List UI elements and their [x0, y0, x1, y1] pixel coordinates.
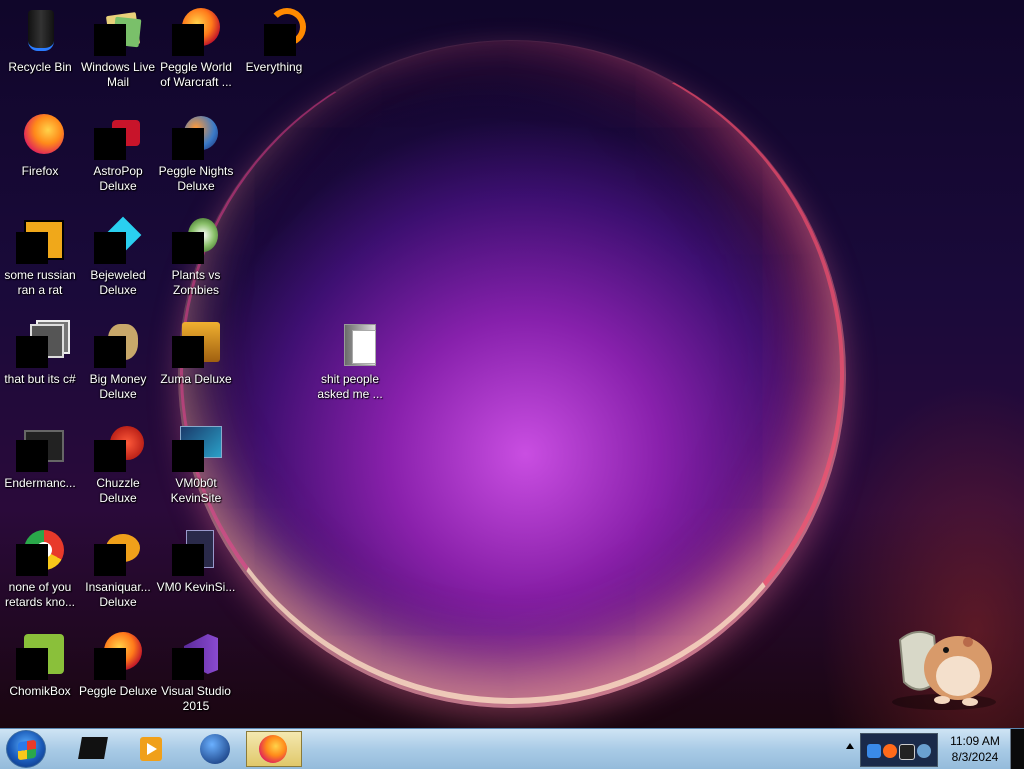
desktop-icon-recycle-bin[interactable]: Recycle Bin [0, 2, 80, 75]
peggle-deluxe-icon [94, 632, 142, 680]
icon-label: Recycle Bin [8, 60, 72, 74]
everything-search-icon [250, 8, 306, 56]
desktop-icon-visual-studio[interactable]: Visual Studio 2015 [156, 626, 236, 714]
icon-label: Zuma Deluxe [160, 372, 232, 386]
desktop-icon-everything[interactable]: Everything [234, 2, 314, 75]
peggle-wow-icon [172, 8, 220, 56]
icon-label: some russian ran a rat [4, 268, 76, 297]
icon-label: Visual Studio 2015 [161, 684, 231, 713]
icon-label: VM0b0t KevinSite [170, 476, 222, 505]
explorer-icon [78, 737, 108, 759]
icon-label: VM0 KevinSi... [156, 580, 236, 594]
desktop-icon-chomikbox[interactable]: ChomikBox [0, 626, 80, 699]
icon-label: Peggle Nights Deluxe [158, 164, 234, 193]
big-money-icon [94, 320, 142, 368]
icon-label: Insaniquar... Deluxe [85, 580, 151, 609]
desktop-icon-some-russian[interactable]: some russian ran a rat [0, 210, 80, 298]
taskbar: 11:09 AM 8/3/2024 [0, 728, 1024, 769]
desktop-icon-that-but-csharp[interactable]: that but its c# [0, 314, 80, 387]
system-tray [840, 729, 940, 769]
audio-icon[interactable] [917, 744, 931, 758]
wallpaper-orb-rim [180, 40, 844, 704]
desktop-icon-endermanc[interactable]: Endermanc... [0, 418, 80, 491]
globe-icon [200, 734, 230, 764]
recycle-bin-icon [16, 8, 64, 56]
icon-label: Plants vs Zombies [171, 268, 221, 297]
chrome-icon [16, 528, 64, 576]
terminal-icon [16, 424, 64, 472]
desktop-icon-chuzzle[interactable]: Chuzzle Deluxe [78, 418, 158, 506]
taskbar-item-globe[interactable] [184, 731, 240, 767]
desktop-icon-peggle-wow[interactable]: Peggle World of Warcraft ... [156, 2, 236, 90]
taskbar-item-media-player[interactable] [120, 731, 176, 767]
icon-label: Peggle Deluxe [78, 684, 158, 698]
visual-studio-icon [172, 632, 220, 680]
chomikbox-icon [16, 632, 64, 680]
astropop-icon [94, 112, 142, 160]
desktop-icon-vm0-kevinsi[interactable]: VM0 KevinSi... [156, 522, 236, 595]
desktop-icon-astropop[interactable]: AstroPop Deluxe [78, 106, 158, 194]
icon-label: ChomikBox [9, 684, 71, 698]
icon-label: Chuzzle Deluxe [96, 476, 140, 505]
peggle-nights-icon [172, 112, 220, 160]
screenshot-icon [172, 424, 222, 472]
monitor-icon[interactable] [899, 744, 915, 760]
icon-label: Windows Live Mail [80, 60, 156, 89]
insaniquarium-icon [94, 528, 142, 576]
desktop-icon-shit-people-asked[interactable]: shit people asked me ... [310, 314, 390, 402]
taskbar-clock[interactable]: 11:09 AM 8/3/2024 [940, 729, 1010, 769]
desktop-icon-vm0b0t-kevinsite[interactable]: VM0b0t KevinSite [156, 418, 236, 506]
taskbar-item-explorer[interactable] [62, 731, 118, 767]
desktop-icon-peggle-nights[interactable]: Peggle Nights Deluxe [156, 106, 236, 194]
windows-start-icon [18, 739, 36, 761]
bejeweled-icon [94, 216, 142, 264]
desktop-icon-plants-vs-zombies[interactable]: Plants vs Zombies [156, 210, 236, 298]
network-icon[interactable] [867, 744, 881, 758]
tray-chevron-icon[interactable] [846, 743, 854, 749]
media-player-icon [140, 737, 162, 761]
clock-date: 8/3/2024 [951, 750, 999, 764]
firefox-tray-icon[interactable] [883, 744, 897, 758]
ie-shortcut-icon [16, 216, 64, 264]
icon-label: Bejeweled Deluxe [90, 268, 146, 297]
icon-label: Firefox [21, 164, 59, 178]
document-icon [172, 528, 220, 576]
start-button[interactable] [6, 730, 46, 768]
windows-stack-icon [16, 320, 70, 368]
icon-label: Big Money Deluxe [89, 372, 147, 401]
desktop-icon-zuma[interactable]: Zuma Deluxe [156, 314, 236, 387]
folder-icon [326, 320, 376, 368]
icon-label: Endermanc... [4, 476, 76, 490]
icon-label: shit people asked me ... [317, 372, 383, 401]
tray-icons [860, 733, 938, 767]
desktop-icon-big-money[interactable]: Big Money Deluxe [78, 314, 158, 402]
chuzzle-icon [94, 424, 144, 472]
firefox-icon [259, 735, 287, 763]
desktop-icon-none-of-you[interactable]: none of you retards kno... [0, 522, 80, 610]
plants-vs-zombies-icon [172, 216, 220, 264]
desktop-icon-peggle-deluxe[interactable]: Peggle Deluxe [78, 626, 158, 699]
desktop-icon-firefox[interactable]: Firefox [0, 106, 80, 179]
icon-label: none of you retards kno... [4, 580, 76, 609]
firefox-icon [16, 112, 64, 160]
desktop-icon-bejeweled[interactable]: Bejeweled Deluxe [78, 210, 158, 298]
icon-label: AstroPop Deluxe [93, 164, 143, 193]
zuma-icon [172, 320, 220, 368]
hamster-desktop-pet[interactable] [886, 620, 1002, 712]
icon-label: that but its c# [4, 372, 76, 386]
clock-time: 11:09 AM [950, 734, 1000, 748]
desktop-icon-insaniquarium[interactable]: Insaniquar... Deluxe [78, 522, 158, 610]
icon-label: Peggle World of Warcraft ... [160, 60, 232, 89]
show-desktop-button[interactable] [1010, 729, 1024, 769]
taskbar-item-firefox[interactable] [246, 731, 302, 767]
icon-label: Everything [245, 60, 303, 74]
desktop-icon-windows-live-mail[interactable]: Windows Live Mail [78, 2, 158, 90]
windows-live-mail-icon [94, 8, 142, 56]
